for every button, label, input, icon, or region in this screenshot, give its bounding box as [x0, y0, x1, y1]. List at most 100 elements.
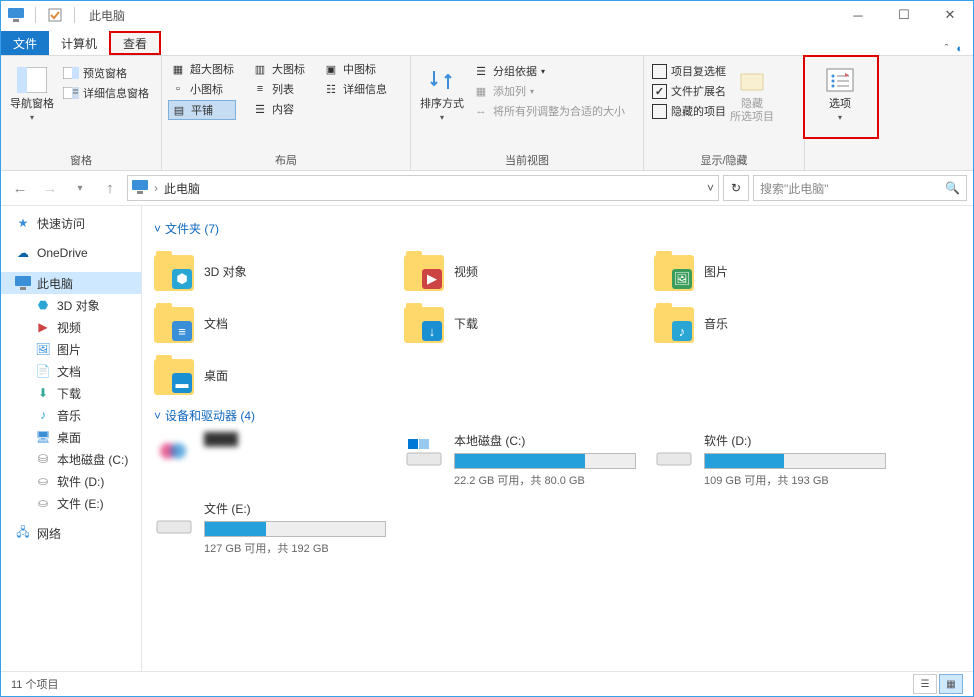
preview-pane-icon	[63, 66, 79, 80]
folder-documents[interactable]: ≡ 文档	[154, 297, 404, 349]
hide-icon	[736, 64, 768, 96]
item-count: 11 个项目	[11, 676, 58, 692]
folder-videos[interactable]: ▶ 视频	[404, 245, 654, 297]
view-large-icons-button[interactable]: ▦	[939, 674, 963, 694]
layout-s-icons[interactable]: ▫小图标	[168, 80, 236, 98]
navigation-pane: ★快速访问 ☁OneDrive 此电脑 ⬣3D 对象 ▶视频 🖼图片 📄文档 ⬇…	[1, 206, 142, 671]
tab-computer[interactable]: 计算机	[49, 31, 109, 55]
this-pc-icon	[15, 275, 31, 291]
address-box[interactable]: › 此电脑 ˅	[127, 175, 719, 201]
folder-music[interactable]: ♪ 音乐	[654, 297, 904, 349]
star-icon: ★	[15, 215, 31, 231]
forward-button[interactable]: →	[37, 175, 63, 201]
sidebar-desktop[interactable]: 🖥桌面	[1, 426, 141, 448]
panes-group-label: 窗格	[1, 152, 161, 170]
hide-selected-button: 隐藏 所选项目	[732, 60, 772, 124]
sidebar-downloads[interactable]: ⬇下载	[1, 382, 141, 404]
ribbon-view: 导航窗格 ▾ 预览窗格 详细信息窗格 窗格 ▦超大图标 ▫小图标 ▤平铺 ▥大图	[1, 56, 973, 171]
address-dropdown-icon[interactable]: ˅	[707, 181, 714, 195]
ribbon-collapse-icon[interactable]: ˆ	[945, 43, 949, 55]
tab-view[interactable]: 查看	[109, 31, 161, 55]
nav-pane-icon	[16, 64, 48, 96]
cube-icon: ⬣	[35, 297, 51, 313]
chevron-down-icon: ˅	[154, 222, 161, 236]
drive-c[interactable]: 本地磁盘 (C:) 22.2 GB 可用，共 80.0 GB	[404, 432, 654, 488]
folder-pictures[interactable]: 🖼 图片	[654, 245, 904, 297]
options-button[interactable]: 选项 ▾	[812, 60, 868, 122]
recent-locations-button[interactable]: ▾	[67, 175, 93, 201]
window-title: 此电脑	[89, 7, 125, 24]
search-icon: 🔍	[945, 181, 960, 195]
sidebar-this-pc[interactable]: 此电脑	[1, 272, 141, 294]
document-icon: 📄	[35, 363, 51, 379]
back-button[interactable]: ←	[7, 175, 33, 201]
view-details-button[interactable]: ☰	[913, 674, 937, 694]
drive-icon	[154, 500, 194, 540]
tab-file[interactable]: 文件	[1, 31, 49, 55]
ribbon-tab-bar: 文件 计算机 查看 ˆ ◐	[1, 29, 973, 56]
hidden-items-toggle[interactable]: 隐藏的项目	[650, 102, 728, 120]
sidebar-drive-d[interactable]: ⛀软件 (D:)	[1, 470, 141, 492]
options-icon	[824, 64, 856, 96]
search-placeholder: 搜索"此电脑"	[760, 180, 829, 197]
drive-icon	[654, 432, 694, 472]
sidebar-network[interactable]: 🖧网络	[1, 522, 141, 544]
sidebar-quick-access[interactable]: ★快速访问	[1, 212, 141, 234]
group-by-button[interactable]: ☰分组依据 ▾	[471, 62, 627, 80]
sidebar-documents[interactable]: 📄文档	[1, 360, 141, 382]
layout-content[interactable]: ☰内容	[250, 100, 307, 118]
folder-3d-objects[interactable]: ⬢ 3D 对象	[154, 245, 404, 297]
details-pane-button[interactable]: 详细信息窗格	[61, 84, 151, 102]
layout-tiles[interactable]: ▤平铺	[168, 100, 236, 120]
qat-properties-icon[interactable]	[46, 6, 64, 24]
search-box[interactable]: 搜索"此电脑" 🔍	[753, 175, 967, 201]
drive-e[interactable]: 文件 (E:) 127 GB 可用，共 192 GB	[154, 500, 404, 556]
sort-icon	[426, 64, 458, 96]
sidebar-3d-objects[interactable]: ⬣3D 对象	[1, 294, 141, 316]
preview-pane-button[interactable]: 预览窗格	[61, 64, 151, 82]
this-pc-icon	[132, 180, 148, 197]
devices-section-header[interactable]: ˅设备和驱动器 (4)	[154, 407, 961, 424]
drive-icon: ⛀	[35, 473, 51, 489]
this-pc-icon	[7, 6, 25, 24]
picture-icon: 🖼	[35, 341, 51, 357]
folder-desktop[interactable]: ▬ 桌面	[154, 349, 404, 401]
folder-downloads[interactable]: ↓ 下载	[404, 297, 654, 349]
sidebar-drive-e[interactable]: ⛀文件 (E:)	[1, 492, 141, 514]
up-button[interactable]: ↑	[97, 175, 123, 201]
status-bar: 11 个项目 ☰ ▦	[1, 671, 973, 696]
drive-d[interactable]: 软件 (D:) 109 GB 可用，共 193 GB	[654, 432, 904, 488]
maximize-button[interactable]: ☐	[881, 1, 927, 29]
nav-pane-button[interactable]: 导航窗格 ▾	[7, 60, 57, 122]
layout-list[interactable]: ≡列表	[250, 80, 307, 98]
video-icon: ▶	[35, 319, 51, 335]
sidebar-onedrive[interactable]: ☁OneDrive	[1, 242, 141, 264]
sidebar-pictures[interactable]: 🖼图片	[1, 338, 141, 360]
layout-l-icons[interactable]: ▥大图标	[250, 60, 307, 78]
help-icon[interactable]: ◐	[956, 43, 963, 55]
drive-item-redacted[interactable]: ████	[154, 432, 404, 488]
size-columns-button: ↔将所有列调整为合适的大小	[471, 102, 627, 120]
folders-section-header[interactable]: ˅文件夹 (7)	[154, 220, 961, 237]
sort-by-button[interactable]: 排序方式 ▾	[417, 60, 467, 122]
layout-xl-icons[interactable]: ▦超大图标	[168, 60, 236, 78]
layout-m-icons[interactable]: ▣中图标	[321, 60, 389, 78]
breadcrumb[interactable]: 此电脑	[164, 180, 200, 197]
sidebar-music[interactable]: ♪音乐	[1, 404, 141, 426]
file-extensions-toggle[interactable]: ✓文件扩展名	[650, 82, 728, 100]
network-icon: 🖧	[15, 525, 31, 541]
layout-details[interactable]: ☷详细信息	[321, 80, 389, 98]
music-icon: ♪	[35, 407, 51, 423]
sidebar-videos[interactable]: ▶视频	[1, 316, 141, 338]
refresh-button[interactable]: ↻	[723, 175, 749, 201]
minimize-button[interactable]: ─	[835, 1, 881, 29]
download-icon: ⬇	[35, 385, 51, 401]
sidebar-drive-c[interactable]: ⛁本地磁盘 (C:)	[1, 448, 141, 470]
layout-group-label: 布局	[162, 152, 410, 170]
drive-icon: ⛁	[35, 451, 51, 467]
close-button[interactable]: ✕	[927, 1, 973, 29]
item-checkboxes-toggle[interactable]: 项目复选框	[650, 62, 728, 80]
show-hide-group-label: 显示/隐藏	[644, 152, 804, 170]
drive-icon: ⛀	[35, 495, 51, 511]
address-bar: ← → ▾ ↑ › 此电脑 ˅ ↻ 搜索"此电脑" 🔍	[1, 171, 973, 206]
